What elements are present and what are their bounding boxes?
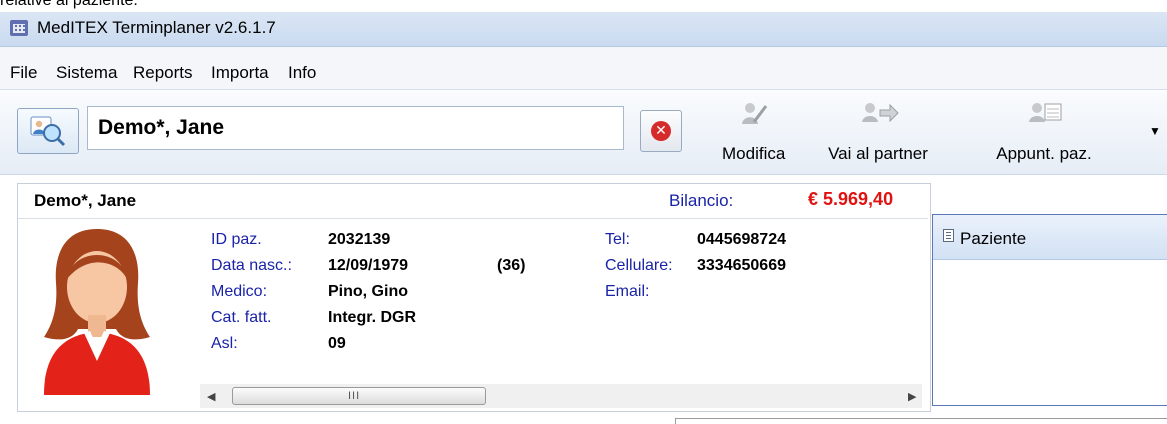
app-icon: [10, 20, 28, 36]
partner-icon: [862, 103, 899, 123]
age-value: (36): [497, 257, 526, 274]
menu-info[interactable]: Info: [288, 63, 316, 83]
balance-value: € 5.969,40: [808, 189, 894, 209]
tel-value: 0445698724: [697, 231, 786, 248]
document-caption: relative al paziente.: [0, 0, 138, 9]
appointments-label: Appunt. paz.: [996, 144, 1092, 163]
email-label: Email:: [605, 283, 650, 300]
billing-category-value: Integr. DGR: [328, 309, 417, 326]
side-panel-title: Paziente: [960, 229, 1027, 248]
appointments-icon: [1029, 103, 1062, 122]
asl-value: 09: [328, 335, 346, 352]
doctor-label: Medico:: [211, 283, 268, 300]
search-patient-icon: [30, 116, 66, 147]
asl-label: Asl:: [211, 335, 238, 352]
mobile-value: 3334650669: [697, 257, 786, 274]
list-icon: [943, 229, 954, 242]
menu-importa[interactable]: Importa: [211, 63, 269, 83]
patient-appointments-button[interactable]: Appunt. paz.: [982, 96, 1106, 168]
bottom-panel-edge: [675, 418, 1167, 424]
clear-button[interactable]: ✕: [640, 110, 682, 152]
patient-search-input[interactable]: [87, 106, 624, 150]
avatar: [44, 229, 150, 395]
tel-label: Tel:: [605, 231, 630, 248]
menu-reports[interactable]: Reports: [133, 63, 193, 83]
doctor-value: Pino, Gino: [328, 283, 408, 300]
scroll-right-arrow-icon[interactable]: ▶: [908, 390, 916, 403]
edit-button[interactable]: Modifica: [722, 96, 786, 168]
menu-sistema[interactable]: Sistema: [56, 63, 117, 83]
chevron-down-icon[interactable]: ▼: [1149, 124, 1161, 138]
patient-id-label: ID paz.: [211, 231, 262, 248]
partner-label: Vai al partner: [828, 144, 928, 163]
scroll-left-arrow-icon[interactable]: ◀: [207, 390, 215, 403]
menu-file[interactable]: File: [10, 63, 37, 83]
go-to-partner-button[interactable]: Vai al partner: [812, 96, 944, 168]
birth-date-value: 12/09/1979: [328, 257, 409, 274]
patient-name: Demo*, Jane: [34, 191, 137, 210]
balance-label: Bilancio:: [669, 191, 734, 210]
billing-category-label: Cat. fatt.: [211, 309, 272, 326]
edit-icon: [742, 103, 768, 124]
window-title: MedITEX Terminplaner v2.6.1.7: [37, 18, 276, 37]
birth-date-label: Data nasc.:: [211, 257, 292, 274]
scroll-grip-icon: III: [348, 390, 361, 402]
search-patient-button[interactable]: [17, 108, 79, 154]
mobile-label: Cellulare:: [605, 257, 673, 274]
patient-id-value: 2032139: [328, 231, 391, 248]
edit-label: Modifica: [722, 144, 786, 163]
patient-card-header: [18, 184, 928, 219]
clear-icon: ✕: [651, 121, 671, 141]
